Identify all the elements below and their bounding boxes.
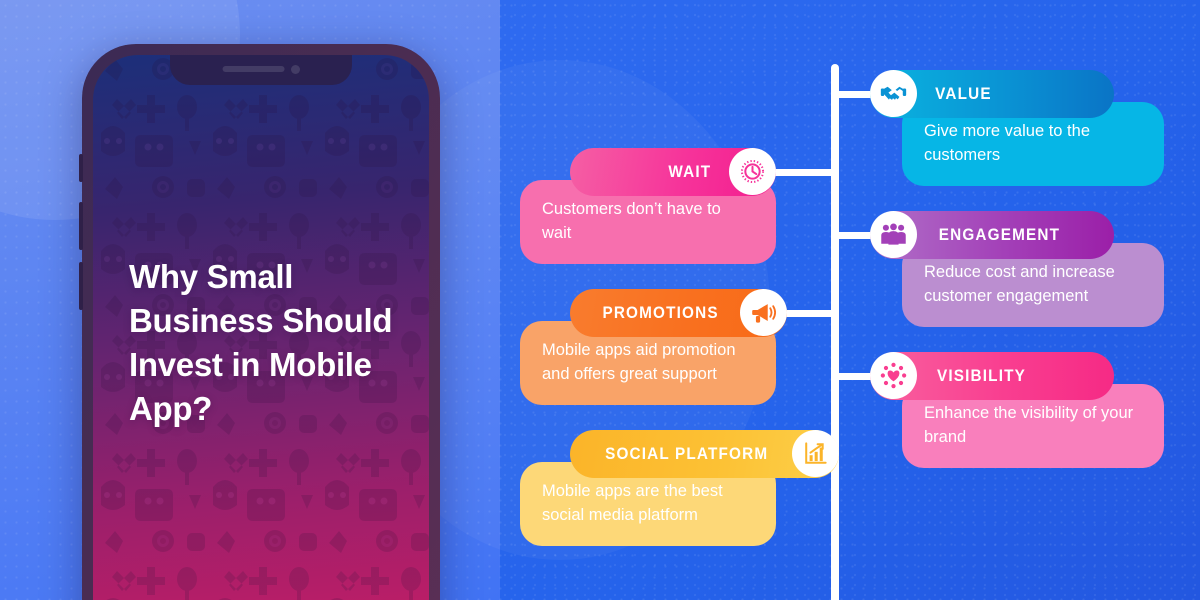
card-wait-title: WAIT [668, 162, 712, 181]
card-promotions[interactable]: PROMOTIONS Mobile apps aid promotion and… [520, 289, 788, 405]
card-engagement-title: ENGAGEMENT [938, 225, 1061, 244]
card-wait[interactable]: WAIT Customers don’t have to wait [520, 148, 776, 264]
connector-branch-wait [770, 169, 835, 176]
card-social-platform[interactable]: SOCIAL PLATFORM Mobile apps are the best… [520, 430, 840, 546]
card-social-platform-header: SOCIAL PLATFORM [570, 430, 840, 478]
bar-chart-growth-icon [792, 430, 840, 477]
phone-mute-switch [79, 154, 83, 182]
card-promotions-title: PROMOTIONS [602, 303, 719, 322]
card-social-platform-title: SOCIAL PLATFORM [605, 444, 769, 463]
phone-notch [170, 55, 352, 85]
card-value[interactable]: VALUE Give more value to the customers [870, 70, 1164, 186]
card-engagement-header: ENGAGEMENT [870, 211, 1114, 259]
phone-earpiece-speaker [222, 66, 285, 72]
heart-network-icon [870, 352, 917, 399]
card-wait-header: WAIT [570, 148, 776, 196]
people-group-icon [870, 211, 917, 258]
phone-mockup: Why Small Business Should Invest in Mobi… [79, 44, 440, 600]
card-engagement[interactable]: ENGAGEMENT Reduce cost and increase cust… [870, 211, 1164, 327]
phone-volume-down-button [79, 262, 83, 310]
infographic-canvas: Why Small Business Should Invest in Mobi… [0, 0, 1200, 600]
card-promotions-header: PROMOTIONS [570, 289, 788, 337]
phone-front-camera [291, 65, 300, 74]
card-visibility[interactable]: VISIBILITY Enhance the visibility of you… [870, 352, 1164, 468]
card-value-title: VALUE [935, 84, 992, 103]
phone-volume-up-button [79, 202, 83, 250]
card-visibility-title: VISIBILITY [936, 366, 1027, 385]
phone-screen: Why Small Business Should Invest in Mobi… [93, 55, 429, 600]
clock-icon [729, 148, 776, 195]
page-title: Why Small Business Should Invest in Mobi… [129, 258, 393, 427]
handshake-icon [870, 70, 917, 117]
card-value-header: VALUE [870, 70, 1114, 118]
card-visibility-header: VISIBILITY [870, 352, 1114, 400]
megaphone-icon [740, 289, 788, 336]
